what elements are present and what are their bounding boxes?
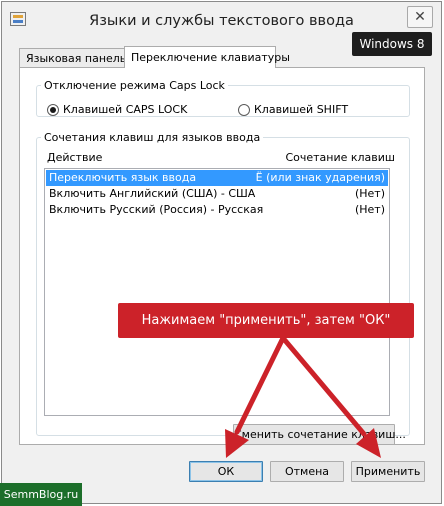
radio-shift-label[interactable]: Клавишей SHIFT: [254, 103, 348, 116]
column-action-header: Действие: [47, 151, 103, 164]
os-version-label: Windows 8: [352, 32, 432, 56]
tab-panel: Отключение режима Caps Lock Клавишей CAP…: [19, 67, 425, 445]
radio-caps-lock-label[interactable]: Клавишей CAPS LOCK: [63, 103, 187, 116]
change-shortcut-button[interactable]: Сменить сочетание клавиш...: [233, 424, 406, 445]
tab-language-bar[interactable]: Языковая панель: [19, 48, 126, 67]
list-item-action: Включить Английский (США) - США: [49, 187, 256, 200]
list-item[interactable]: Переключить язык ввода Ё (или знак ударе…: [46, 170, 388, 186]
list-item[interactable]: Включить Русский (Россия) - Русская (Нет…: [46, 202, 388, 218]
caps-lock-group: Отключение режима Caps Lock Клавишей CAP…: [36, 79, 410, 117]
hotkeys-legend: Сочетания клавиш для языков ввода: [44, 131, 261, 144]
radio-shift[interactable]: Клавишей SHIFT: [238, 102, 348, 118]
radio-caps-lock-indicator[interactable]: [47, 104, 59, 116]
list-item-action: Включить Русский (Россия) - Русская: [49, 203, 264, 216]
radio-caps-lock[interactable]: Клавишей CAPS LOCK: [47, 102, 187, 118]
hotkeys-group: Сочетания клавиш для языков ввода Действ…: [36, 131, 410, 445]
close-icon[interactable]: ✕: [414, 9, 426, 25]
close-button[interactable]: ✕: [407, 6, 433, 28]
list-item-shortcut: (Нет): [354, 187, 385, 200]
list-item-shortcut: Ё (или знак ударения): [255, 171, 385, 184]
list-item[interactable]: Включить Английский (США) - США (Нет): [46, 186, 388, 202]
radio-shift-indicator[interactable]: [238, 104, 250, 116]
tab-keyboard-switching[interactable]: Переключение клавиатуры: [124, 46, 290, 68]
column-shortcut-header: Сочетание клавиш: [285, 151, 395, 164]
instruction-callout: Нажимаем "применить", затем "ОК": [118, 303, 414, 338]
window-title: Языки и службы текстового ввода: [89, 13, 354, 29]
dialog-window: Языки и службы текстового ввода ✕ Языков…: [1, 1, 442, 504]
list-item-shortcut: (Нет): [354, 203, 385, 216]
list-item-action: Переключить язык ввода: [49, 171, 197, 184]
caps-lock-legend: Отключение режима Caps Lock: [44, 79, 225, 92]
ok-button[interactable]: ОК: [189, 461, 263, 482]
hotkeys-list[interactable]: Переключить язык ввода Ё (или знак ударе…: [44, 168, 390, 416]
apply-button[interactable]: Применить: [351, 461, 425, 482]
cancel-button[interactable]: Отмена: [270, 461, 344, 482]
site-watermark: SemmBlog.ru: [0, 483, 82, 506]
